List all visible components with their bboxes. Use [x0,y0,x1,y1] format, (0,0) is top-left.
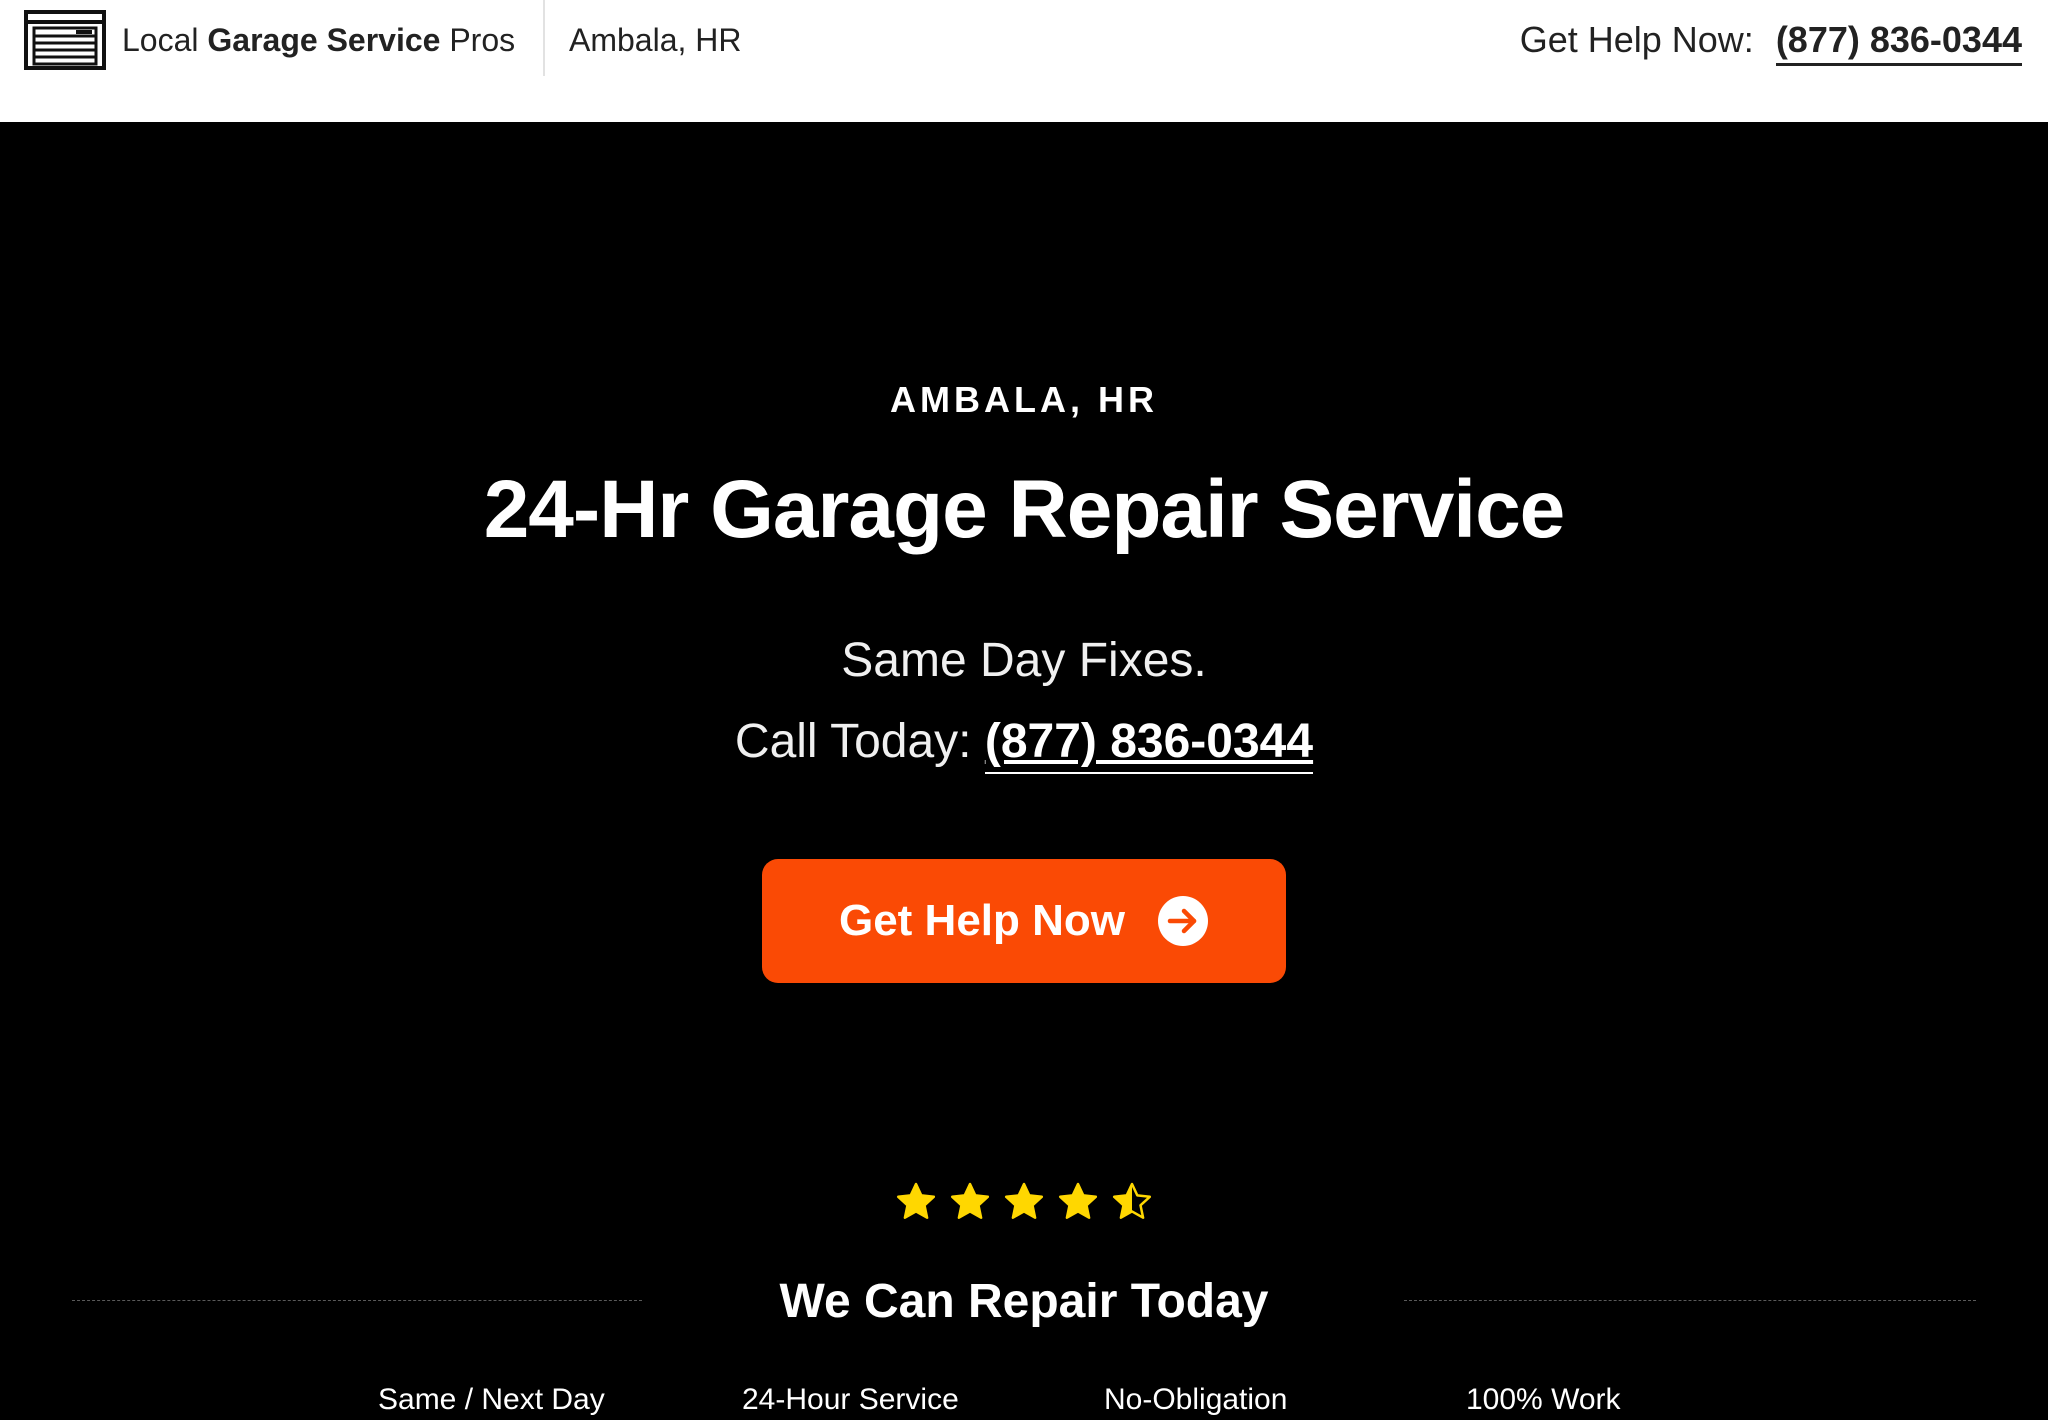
site-header: Local Garage Service Pros Ambala, HR Get… [0,0,2048,122]
feature-item: Same / Next Day [378,1383,605,1416]
star-full-icon [1058,1182,1098,1219]
section-title: We Can Repair Today [779,1275,1269,1328]
header-help: Get Help Now: (877) 836-0344 [1520,16,2022,66]
hero-subline: Same Day Fixes. [841,634,1207,687]
call-label: Call Today: [734,715,972,768]
garage-door-icon[interactable] [24,10,106,70]
hero-headline: 24-Hr Garage Repair Service [483,464,1566,555]
hero-location-eyebrow: AMBALA, HR [890,379,1158,420]
brand-bold: Garage Service [207,22,441,58]
star-full-icon [896,1182,936,1219]
brand-name[interactable]: Local Garage Service Pros [122,18,515,62]
brand-prefix: Local [122,22,199,58]
brand-suffix: Pros [449,22,516,58]
header-phone-link[interactable]: (877) 836-0344 [1775,17,2022,66]
divider-right [1404,1300,1976,1301]
hero-section: AMBALA, HR 24-Hr Garage Repair Service S… [0,122,2048,1416]
star-full-icon [1004,1182,1044,1219]
help-label: Get Help Now: [1519,19,1754,60]
header-divider [543,0,545,76]
get-help-now-button[interactable]: Get Help Now [762,859,1286,983]
rating-stars [896,1182,1152,1224]
hero-phone-link[interactable]: (877) 836-0344 [984,712,1314,774]
cta-label: Get Help Now [838,896,1126,945]
feature-item: 24-Hour Service [742,1383,959,1416]
header-location: Ambala, HR [569,22,742,58]
feature-item: 100% Work [1466,1383,1621,1416]
star-half-icon [1112,1182,1152,1219]
star-full-icon [950,1182,990,1219]
hero-call-line: Call Today: (877) 836-0344 [0,710,2048,774]
arrow-circle-right-icon [1158,896,1209,946]
feature-list: Same / Next Day 24-Hour Service No-Oblig… [0,1380,2048,1420]
feature-item: No-Obligation [1104,1383,1288,1416]
